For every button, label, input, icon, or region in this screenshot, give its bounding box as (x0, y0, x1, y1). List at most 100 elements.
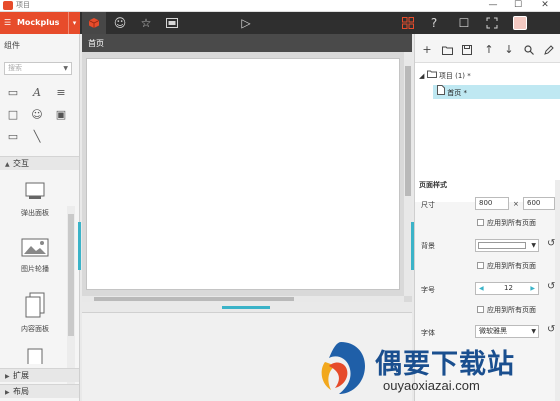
tree-root-label: 项目 (1) (438, 72, 465, 80)
canvas-horizontal-scrollbar[interactable] (82, 296, 404, 302)
popup-panel-icon (10, 182, 60, 204)
times-label: × (513, 200, 519, 208)
tree-page-item[interactable]: 首页 * (433, 85, 560, 99)
section-layout[interactable]: ▶ 布局 (0, 384, 79, 398)
checkbox-label: 应用到所有页面 (487, 262, 536, 270)
chevron-down-icon[interactable]: ▼ (531, 326, 536, 337)
triangle-down-icon: ▲ (5, 161, 10, 168)
brand-menu-button[interactable]: ☰ Mockplus ▾ (0, 12, 80, 34)
apply-all-size-checkbox[interactable]: 应用到所有页面 (477, 218, 536, 228)
background-label: 背景 (421, 242, 435, 250)
pen-icon[interactable] (541, 42, 557, 58)
avatar-icon[interactable] (508, 12, 532, 34)
play-icon[interactable]: ▷ (234, 12, 258, 34)
triangle-down-icon[interactable]: ◢ (419, 72, 424, 80)
component-partial[interactable] (10, 348, 60, 364)
component-content-panel[interactable]: 内容面板 (10, 292, 60, 334)
paragraph-component-icon[interactable]: ≡ (52, 84, 70, 102)
help-icon[interactable]: ? (422, 12, 446, 34)
main-toolbar: ☰ Mockplus ▾ ☺ ☆ ▷ ? ☐ (0, 12, 560, 34)
font-size-label: 字号 (421, 286, 435, 294)
rectangle-component-icon[interactable]: □ (4, 106, 22, 124)
increment-icon[interactable]: ▶ (530, 283, 535, 294)
arrow-up-icon[interactable]: ↑ (481, 42, 497, 58)
chevron-down-icon[interactable]: ▼ (63, 63, 68, 74)
window-title: 项目 (16, 1, 30, 9)
page-tab[interactable]: 首页 (82, 34, 412, 52)
component-label: 内容面板 (21, 325, 49, 333)
section-interaction[interactable]: ▲ 交互 (0, 156, 79, 170)
watermark: 偶要下载站 ouyaoxiazai.com (315, 340, 560, 401)
minimize-button[interactable]: — (482, 0, 504, 11)
component-label: 弹出面板 (21, 209, 49, 217)
close-button[interactable]: ✕ (534, 0, 556, 11)
height-input[interactable]: 600 (523, 197, 555, 210)
apply-all-font-size-checkbox[interactable]: 应用到所有页面 (477, 305, 536, 315)
checkbox-label: 应用到所有页面 (487, 306, 536, 314)
component-image-carousel[interactable]: 图片轮播 (10, 238, 60, 274)
emoji-component-icon[interactable]: ☺ (28, 106, 46, 124)
search-icon[interactable] (521, 42, 537, 58)
watermark-url: ouyaoxiazai.com (383, 378, 480, 393)
maximize-button[interactable]: ☐ (507, 0, 529, 11)
brand-label: Mockplus (16, 18, 60, 27)
watermark-logo (315, 340, 367, 396)
canvas-area (82, 52, 412, 302)
watermark-chinese: 偶要下载站 (375, 349, 515, 380)
carousel-icon (10, 238, 60, 260)
tab-label: 首页 (88, 39, 104, 48)
image-component-icon[interactable]: ▣ (52, 106, 70, 124)
search-placeholder: 搜索 (8, 64, 22, 72)
apply-all-background-checkbox[interactable]: 应用到所有页面 (477, 261, 536, 271)
star-icon[interactable]: ☆ (134, 12, 158, 34)
image-icon[interactable] (160, 12, 184, 34)
cube-icon[interactable] (82, 12, 106, 34)
background-color-select[interactable]: ▼ (475, 239, 539, 252)
button-component-icon[interactable]: ▭ (4, 84, 22, 102)
width-input[interactable]: 800 (475, 197, 509, 210)
line-component-icon[interactable]: ╲ (28, 128, 46, 146)
panel-resize-handle[interactable] (222, 306, 270, 309)
size-label: 尺寸 (421, 201, 435, 209)
font-size-value: 12 (504, 284, 513, 292)
title-bar: 项目 — ☐ ✕ (0, 0, 560, 12)
tree-root-item[interactable]: ◢ 项目 (1) * (419, 70, 471, 81)
section-extensions[interactable]: ▶ 扩展 (0, 368, 79, 382)
page-style-title: 页面样式 (419, 181, 447, 189)
fullscreen-icon[interactable] (480, 12, 504, 34)
reset-icon[interactable]: ↺ (547, 324, 555, 335)
menu-icon: ☰ (4, 18, 12, 27)
input-component-icon[interactable]: ▭ (4, 128, 22, 146)
triangle-right-icon: ▶ (5, 373, 10, 380)
left-splitter-handle[interactable] (78, 222, 81, 270)
page-icon (437, 85, 447, 97)
reset-icon[interactable]: ↺ (547, 281, 555, 292)
section-label: 扩展 (13, 371, 29, 380)
triangle-right-icon: ▶ (5, 389, 10, 396)
folder-icon[interactable] (439, 42, 455, 58)
font-select[interactable]: 微软雅黑 ▼ (475, 325, 539, 338)
decrement-icon[interactable]: ◀ (479, 283, 484, 294)
search-input[interactable]: 搜索 ▼ (4, 62, 72, 75)
save-icon[interactable] (459, 42, 475, 58)
window-icon[interactable]: ☐ (452, 12, 476, 34)
component-label: 图片轮播 (21, 265, 49, 273)
component-popup-panel[interactable]: 弹出面板 (10, 182, 60, 218)
scroll-thumb[interactable] (405, 66, 411, 196)
scroll-thumb[interactable] (68, 214, 74, 336)
scroll-thumb[interactable] (94, 297, 294, 301)
emoji-icon[interactable]: ☺ (108, 12, 132, 34)
content-panel-icon (10, 292, 60, 320)
components-panel: 组件 搜索 ▼ ▭ A ≡ □ ☺ ▣ ▭ ╲ ▲ 交互 弹出面板 图片轮播 内容… (0, 34, 80, 401)
arrow-down-icon[interactable]: ↓ (501, 42, 517, 58)
font-size-stepper[interactable]: ◀ 12 ▶ (475, 282, 539, 295)
reset-icon[interactable]: ↺ (547, 238, 555, 249)
text-component-icon[interactable]: A (28, 84, 46, 102)
design-canvas[interactable] (86, 58, 400, 290)
chevron-down-icon[interactable]: ▼ (531, 240, 536, 251)
add-icon[interactable]: + (419, 42, 435, 58)
chevron-down-icon[interactable]: ▾ (68, 12, 80, 34)
section-label: 交互 (13, 159, 29, 168)
grid-icon[interactable] (396, 12, 420, 34)
checkbox-label: 应用到所有页面 (487, 219, 536, 227)
